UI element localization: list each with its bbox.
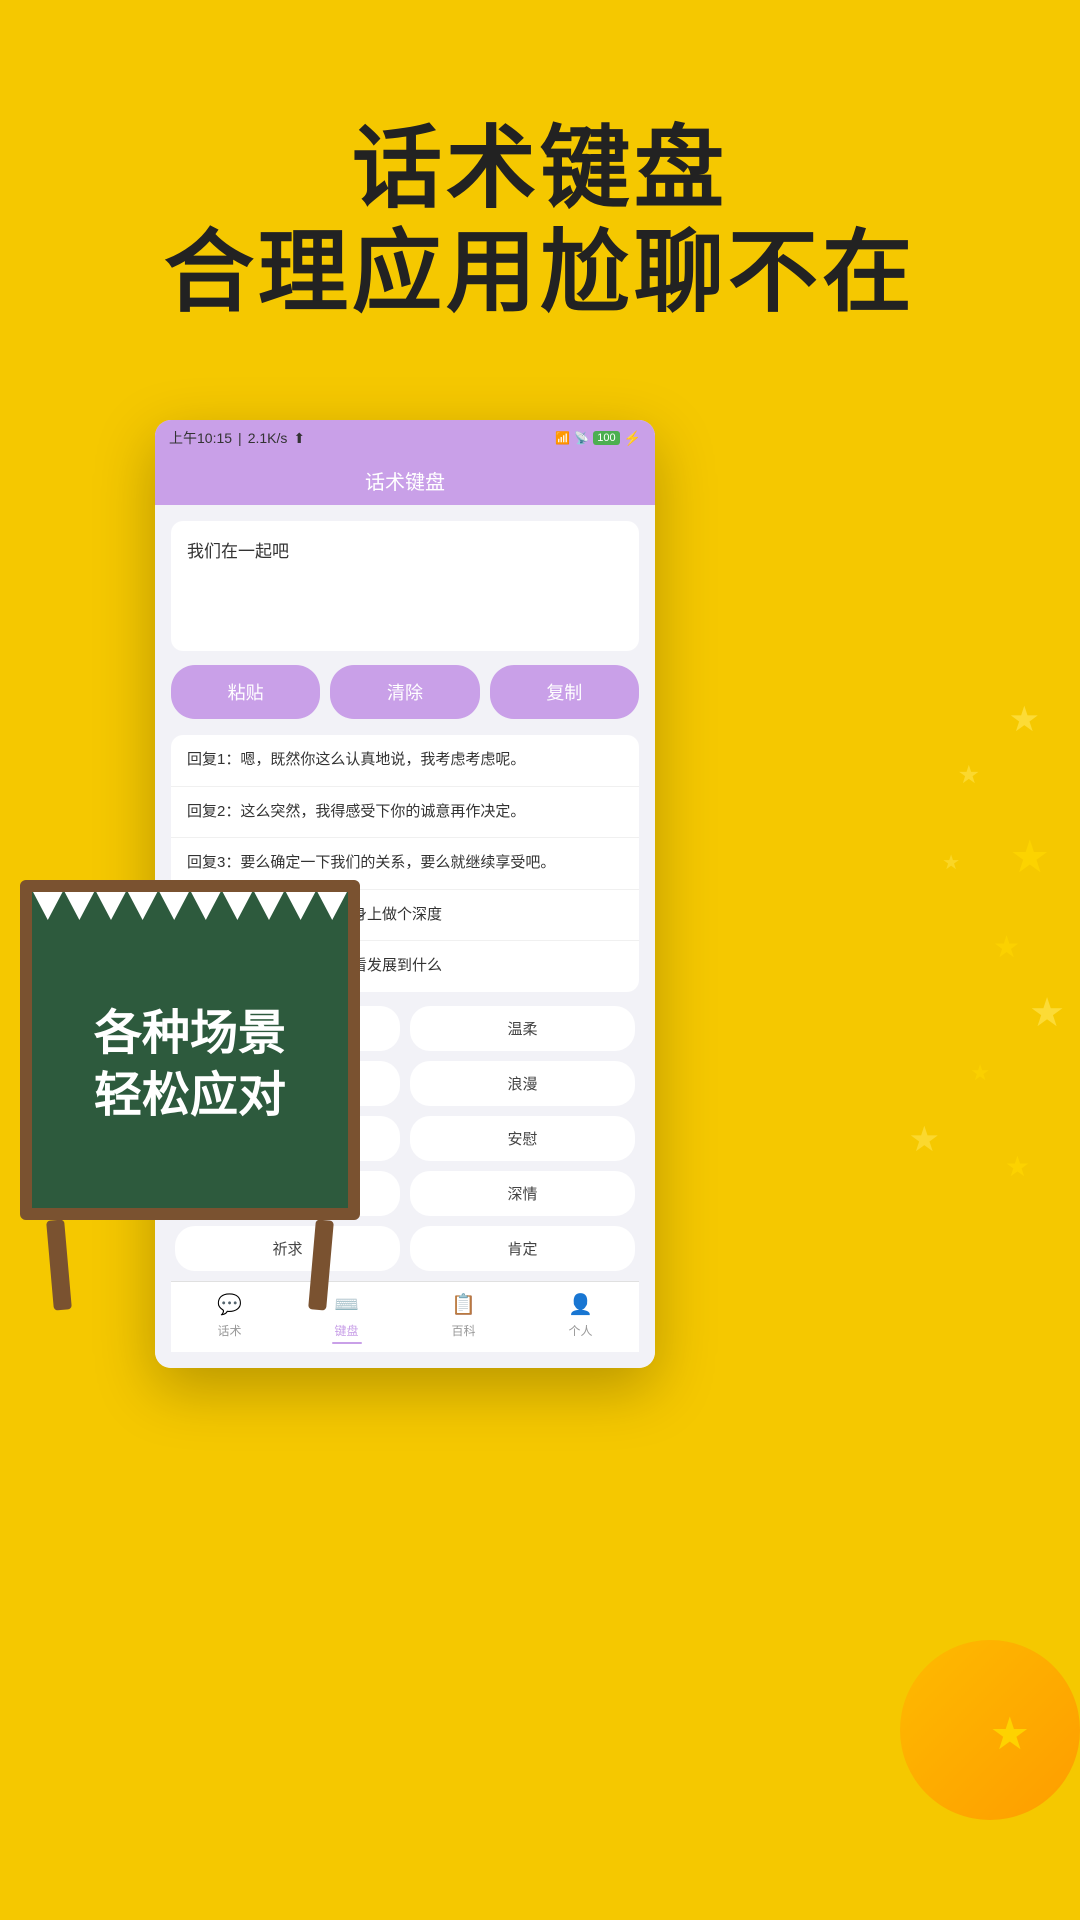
charging-icon: ⚡ bbox=[624, 430, 641, 447]
category-btn-anwei[interactable]: 安慰 bbox=[410, 1116, 635, 1161]
input-text: 我们在一起吧 bbox=[187, 542, 289, 561]
reply-item-1[interactable]: 回复1：嗯，既然你这么认真地说，我考虑考虑呢。 bbox=[171, 735, 639, 787]
blackboard-leg-right bbox=[308, 1219, 334, 1310]
nav-label-geren: 个人 bbox=[568, 1322, 592, 1339]
baike-icon: 📋 bbox=[451, 1292, 477, 1318]
blackboard-text: 各种场景 轻松应对 bbox=[84, 963, 296, 1138]
status-bar: 上午10:15 | 2.1K/s ⬆ 📶 📡 100 ⚡ bbox=[155, 420, 655, 456]
paste-button[interactable]: 粘贴 bbox=[171, 665, 320, 719]
hero-section: 话术键盘 合理应用尬聊不在 bbox=[0, 120, 1080, 327]
blackboard-prop: 各种场景 轻松应对 bbox=[20, 880, 360, 1300]
battery-icon: 100 bbox=[593, 431, 619, 445]
status-time: 上午10:15 bbox=[169, 428, 232, 448]
category-btn-langman[interactable]: 浪漫 bbox=[410, 1061, 635, 1106]
copy-button[interactable]: 复制 bbox=[490, 665, 639, 719]
blackboard-frame: 各种场景 轻松应对 bbox=[20, 880, 360, 1220]
signal-icon: 📶 bbox=[555, 431, 570, 445]
nav-label-jianpan: 键盘 bbox=[334, 1322, 358, 1339]
clear-button[interactable]: 清除 bbox=[330, 665, 479, 719]
hero-title-line1: 话术键盘 bbox=[0, 120, 1080, 219]
blackboard-legs bbox=[20, 1220, 360, 1310]
status-right: 📶 📡 100 ⚡ bbox=[555, 430, 641, 447]
text-input-display[interactable]: 我们在一起吧 bbox=[171, 521, 639, 651]
app-titlebar: 话术键盘 bbox=[155, 456, 655, 505]
hero-title-line2: 合理应用尬聊不在 bbox=[0, 219, 1080, 327]
category-btn-kending[interactable]: 肯定 bbox=[410, 1226, 635, 1271]
nav-label-huashu: 话术 bbox=[217, 1322, 241, 1339]
status-left: 上午10:15 | 2.1K/s ⬆ bbox=[169, 428, 305, 448]
nav-label-baike: 百科 bbox=[451, 1322, 475, 1339]
blackboard-line1: 各种场景 bbox=[94, 1007, 286, 1060]
reply-item-2[interactable]: 回复2：这么突然，我得感受下你的诚意再作决定。 bbox=[171, 787, 639, 839]
blackboard-line2: 轻松应对 bbox=[94, 1069, 286, 1122]
action-buttons: 粘贴 清除 复制 bbox=[171, 665, 639, 719]
nav-item-geren[interactable]: 👤 个人 bbox=[522, 1282, 639, 1352]
category-btn-wenrou[interactable]: 温柔 bbox=[410, 1006, 635, 1051]
upload-icon: ⬆ bbox=[293, 430, 305, 447]
nav-active-indicator bbox=[332, 1342, 362, 1344]
blackboard-leg-left bbox=[46, 1219, 72, 1310]
status-speed: | bbox=[238, 430, 242, 446]
nav-item-baike[interactable]: 📋 百科 bbox=[405, 1282, 522, 1352]
status-network-speed: 2.1K/s bbox=[248, 430, 288, 446]
wifi-icon: 📡 bbox=[574, 431, 589, 445]
geren-icon: 👤 bbox=[568, 1292, 594, 1318]
app-title: 话术键盘 bbox=[365, 472, 445, 494]
category-btn-shenqing[interactable]: 深情 bbox=[410, 1171, 635, 1216]
